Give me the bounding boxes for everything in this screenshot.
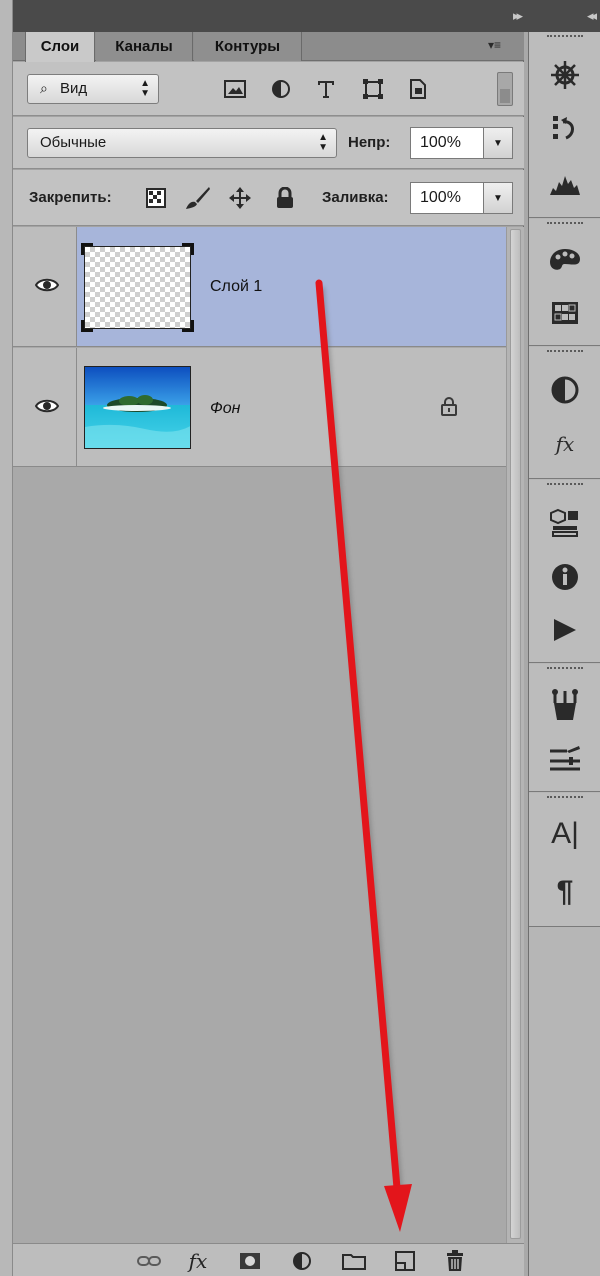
lock-all-icon[interactable] <box>271 184 299 212</box>
opacity-dropdown-button[interactable]: ▼ <box>483 127 513 159</box>
navigator-icon[interactable] <box>546 56 584 94</box>
search-icon: ⌕ <box>40 80 48 96</box>
layers-bottom-bar: fx <box>13 1243 524 1276</box>
opacity-input[interactable]: 100% <box>410 127 484 159</box>
panel-topbar: ▸▸ ◂◂ <box>13 0 600 32</box>
lock-move-icon[interactable] <box>226 184 254 212</box>
grip-icon[interactable] <box>547 483 583 487</box>
updown-arrows-icon: ▲ ▼ <box>140 78 150 99</box>
mask-icon[interactable] <box>236 1248 264 1274</box>
layers-list: Слой 1 Фон <box>13 227 506 1243</box>
updown-arrows-icon: ▲ ▼ <box>318 132 328 153</box>
lock-brush-icon[interactable] <box>184 184 212 212</box>
tab-channels[interactable]: Каналы <box>96 32 193 61</box>
collapse-panels-icon[interactable]: ▸▸ <box>513 8 523 24</box>
fill-input[interactable]: 100% <box>410 182 484 214</box>
paragraph-icon-text: ¶ <box>556 875 574 908</box>
pixel-layer-filter-icon[interactable] <box>221 75 249 103</box>
grip-icon[interactable] <box>547 350 583 354</box>
scrollbar-thumb[interactable] <box>510 229 521 1239</box>
new-layer-icon[interactable] <box>391 1248 419 1274</box>
background-name: Фон <box>210 400 241 417</box>
color-icon[interactable] <box>546 241 584 279</box>
character-icon[interactable]: A| <box>546 815 584 853</box>
blend-mode-value: Обычные <box>40 134 107 151</box>
info-icon[interactable] <box>546 558 584 596</box>
filter-row: ⌕ Вид ▲ ▼ <box>13 62 524 116</box>
blend-row: Обычные ▲ ▼ Непр: 100% ▼ <box>13 117 524 169</box>
background-thumbnail[interactable] <box>84 366 191 449</box>
eye-icon[interactable] <box>34 277 60 298</box>
layer-lock-icon <box>441 396 457 421</box>
character-icon-text: A| <box>551 817 579 850</box>
brush-presets-icon[interactable] <box>546 686 584 724</box>
layer-row-layer1[interactable]: Слой 1 <box>13 227 506 347</box>
adjustments-panel-icon[interactable] <box>546 371 584 409</box>
link-icon[interactable] <box>135 1248 163 1274</box>
lock-row: Закрепить: Заливка: 100% ▼ <box>13 170 524 226</box>
opacity-label: Непр: <box>348 134 391 151</box>
styles-icon-text: fx <box>555 432 575 456</box>
fill-label: Заливка: <box>322 189 389 206</box>
filter-kind-label: Вид <box>60 80 88 97</box>
grip-icon[interactable] <box>547 35 583 39</box>
tab-paths-label: Контуры <box>214 38 281 55</box>
dock-group-2 <box>529 219 600 346</box>
fill-dropdown-button[interactable]: ▼ <box>483 182 513 214</box>
dock-group-3: fx <box>529 347 600 479</box>
filter-kind-select[interactable]: ⌕ Вид ▲ ▼ <box>27 74 159 104</box>
styles-icon[interactable]: fx <box>546 425 584 463</box>
visibility-column <box>13 227 77 346</box>
document-edge <box>0 0 13 1276</box>
eye-icon[interactable] <box>34 398 60 419</box>
type-filter-icon[interactable] <box>312 75 340 103</box>
fx-icon[interactable]: fx <box>184 1248 212 1274</box>
filter-toggle-switch[interactable] <box>497 72 513 106</box>
dock-group-1 <box>529 32 600 218</box>
tab-layers[interactable]: Слои <box>25 32 95 62</box>
swatches-icon[interactable] <box>546 294 584 332</box>
history-icon[interactable] <box>546 110 584 148</box>
paragraph-icon[interactable]: ¶ <box>546 873 584 911</box>
grip-icon[interactable] <box>547 667 583 671</box>
tab-paths[interactable]: Контуры <box>194 32 302 61</box>
shape-filter-icon[interactable] <box>359 75 387 103</box>
brush-settings-icon[interactable] <box>546 740 584 778</box>
tab-channels-label: Каналы <box>115 38 173 55</box>
panel-dock: fx A| ¶ <box>528 32 600 1276</box>
folder-icon[interactable] <box>340 1248 368 1274</box>
expand-dock-icon[interactable]: ◂◂ <box>587 8 597 24</box>
tab-layers-label: Слои <box>40 38 80 55</box>
grip-icon[interactable] <box>547 796 583 800</box>
smart-object-filter-icon[interactable] <box>404 75 432 103</box>
histogram-icon[interactable] <box>546 165 584 203</box>
layers-scrollbar[interactable] <box>506 227 524 1243</box>
grip-icon[interactable] <box>547 222 583 226</box>
adjustment-icon[interactable] <box>288 1248 316 1274</box>
dock-group-5 <box>529 664 600 792</box>
actions-icon[interactable] <box>546 611 584 649</box>
layers-panel: Слои Каналы Контуры ▾≡ ⌕ Вид ▲ ▼ Обычные… <box>13 32 524 1276</box>
trash-icon[interactable] <box>441 1248 469 1274</box>
visibility-column <box>13 348 77 466</box>
lock-label: Закрепить: <box>29 189 112 206</box>
adjustment-filter-icon[interactable] <box>267 75 295 103</box>
dock-group-6: A| ¶ <box>529 793 600 927</box>
blend-mode-select[interactable]: Обычные ▲ ▼ <box>27 128 337 158</box>
panel-menu-icon[interactable]: ▾≡ <box>488 38 501 52</box>
dock-group-4 <box>529 480 600 663</box>
tab-bar: Слои Каналы Контуры ▾≡ <box>13 32 524 62</box>
layer1-name: Слой 1 <box>210 278 263 295</box>
layer1-thumbnail[interactable] <box>81 243 194 332</box>
3d-icon[interactable] <box>546 504 584 542</box>
layer-row-background[interactable]: Фон <box>13 348 506 467</box>
lock-transparency-icon[interactable] <box>142 184 170 212</box>
